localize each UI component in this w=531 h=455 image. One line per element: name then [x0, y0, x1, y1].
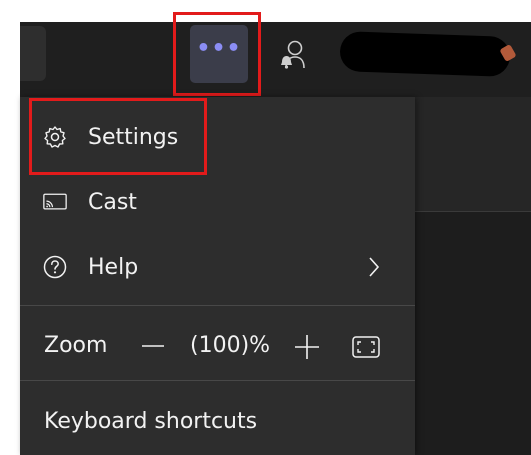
menu-divider — [20, 305, 415, 306]
zoom-label: Zoom — [44, 333, 108, 358]
menu-item-cast[interactable]: Cast — [20, 172, 415, 232]
chevron-right-icon — [366, 255, 382, 279]
menu-item-keyboard-shortcuts[interactable]: Keyboard shortcuts — [44, 409, 257, 434]
menu-item-help-label: Help — [88, 254, 139, 280]
minus-icon[interactable] — [140, 335, 166, 361]
menu-item-cast-label: Cast — [88, 189, 137, 215]
menu-item-help[interactable]: Help — [20, 237, 415, 297]
plus-icon[interactable] — [293, 334, 321, 362]
redacted-user-name — [339, 31, 511, 77]
zoom-value: (100)% — [190, 333, 271, 358]
highlight-more-options — [173, 12, 261, 96]
search-box[interactable] — [20, 26, 46, 81]
help-circle-icon — [43, 255, 67, 279]
menu-divider — [20, 380, 415, 381]
highlight-settings — [29, 98, 207, 175]
zoom-row: Zoom (100)% — [20, 317, 415, 377]
title-bar: ••• — [20, 22, 531, 97]
cast-icon — [43, 190, 67, 214]
person-notification-icon[interactable] — [278, 38, 310, 72]
background-panel-header — [415, 97, 531, 212]
fullscreen-icon[interactable] — [352, 335, 380, 361]
